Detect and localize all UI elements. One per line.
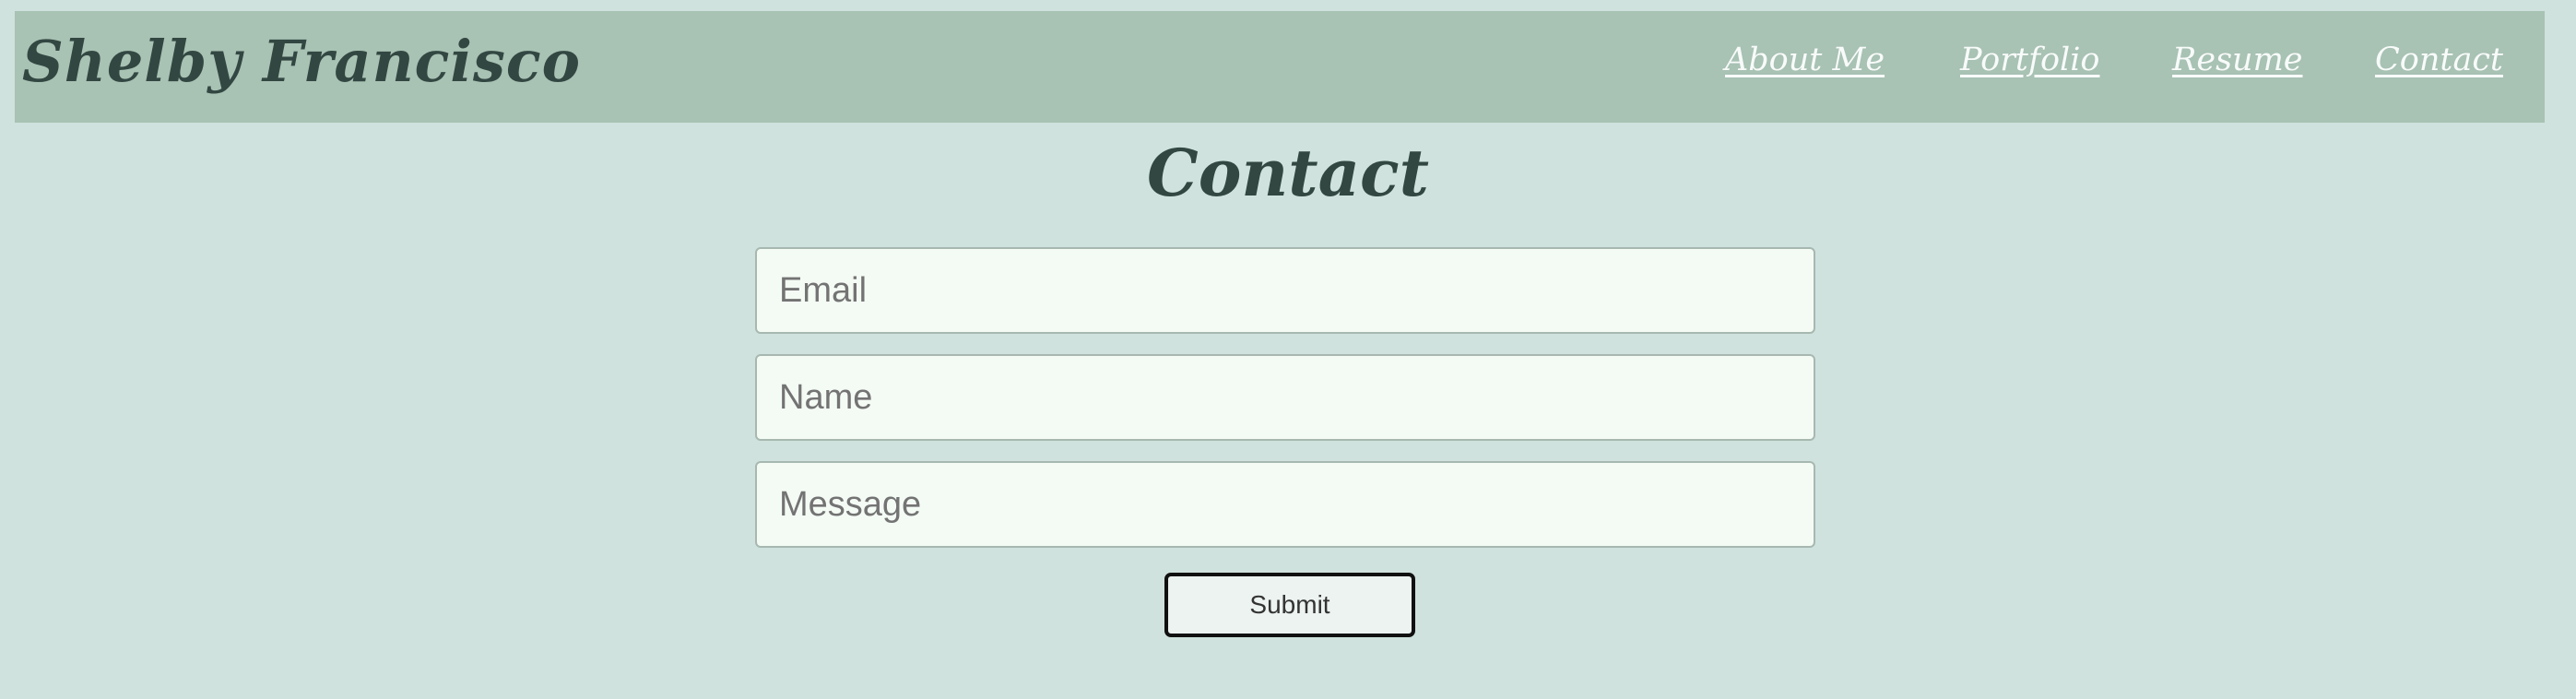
message-field[interactable] (755, 461, 1815, 548)
page-title: Contact (1147, 135, 1429, 211)
contact-form: Submit (755, 247, 1815, 644)
name-field[interactable] (755, 354, 1815, 441)
email-field[interactable] (755, 247, 1815, 334)
nav-link-portfolio[interactable]: Portfolio (1960, 42, 2099, 78)
nav-link-contact[interactable]: Contact (2375, 42, 2503, 78)
nav-link-about-me[interactable]: About Me (1725, 42, 1885, 78)
submit-button[interactable]: Submit (1164, 573, 1415, 637)
nav-link-resume[interactable]: Resume (2172, 42, 2302, 78)
main-navigation: About Me Portfolio Resume Contact (15, 42, 2545, 81)
site-header: Shelby Francisco About Me Portfolio Resu… (15, 11, 2545, 123)
